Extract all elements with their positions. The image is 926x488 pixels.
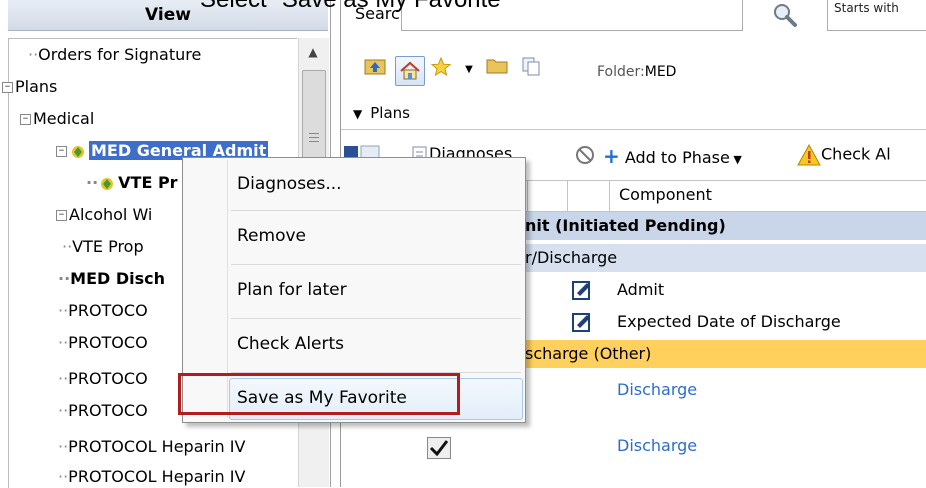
tree-item-protocol[interactable]: ··PROTOCO <box>58 300 148 322</box>
folder-label: Folder:MED <box>597 64 677 80</box>
folder-icon[interactable] <box>483 56 511 84</box>
chevron-down-icon: ▼ <box>729 153 742 166</box>
menu-item-check-alerts[interactable]: Check Alerts <box>183 322 525 366</box>
tree-item-protocol-heparin-iv[interactable]: ··PROTOCOL Heparin IV <box>58 436 245 458</box>
menu-separator <box>231 318 521 319</box>
tree-item-med-discharge[interactable]: ··MED Disch <box>58 268 165 290</box>
tree-item-vte-pr[interactable]: ·· VTE Pr <box>86 172 178 194</box>
copy-icon[interactable] <box>517 56 545 84</box>
menu-separator <box>231 210 521 211</box>
collapse-icon[interactable]: − <box>56 210 67 221</box>
tree-item-orders-for-signature[interactable]: ··Orders for Signature <box>28 44 201 66</box>
menu-separator <box>231 264 521 265</box>
menu-item-remove[interactable]: Remove <box>183 214 525 258</box>
add-to-phase-button[interactable]: + Add to Phase ▼ <box>603 144 742 168</box>
check-alerts-button[interactable]: Check Al <box>797 143 891 166</box>
tree-item-alcohol-withdrawal[interactable]: − Alcohol Wi <box>56 204 152 226</box>
instruction-caption: Select "Save as My Favorite" <box>200 0 509 14</box>
plan-icon <box>72 145 84 158</box>
tree-item-protocol[interactable]: ··PROTOCO <box>58 332 148 354</box>
tree-item-protocol[interactable]: ··PROTOCO <box>58 368 148 390</box>
plus-icon: + <box>603 144 620 168</box>
plans-section-header[interactable]: ▼ Plans <box>341 104 926 126</box>
tree-item-medical[interactable]: − Medical <box>20 108 94 130</box>
cancel-circle-icon[interactable] <box>575 144 595 165</box>
column-header-component[interactable]: Component <box>619 185 712 204</box>
home-icon[interactable] <box>395 56 425 86</box>
tree-item-vte-prophylaxis[interactable]: ··VTE Prop <box>62 236 144 258</box>
menu-item-plan-for-later[interactable]: Plan for later <box>183 268 525 312</box>
order-clipboard-icon <box>572 313 590 332</box>
folder-value: MED <box>644 64 677 80</box>
plan-icon <box>101 177 114 190</box>
collapse-icon[interactable]: − <box>20 114 31 125</box>
folder-toolbar: ▼ Folder:MED <box>341 52 926 88</box>
tree-item-protocol[interactable]: ··PROTOCO <box>58 400 148 422</box>
discharge-link[interactable]: Discharge <box>617 376 697 404</box>
menu-item-diagnoses[interactable]: Diagnoses... <box>183 162 525 206</box>
order-checkbox[interactable] <box>427 437 451 459</box>
divider <box>341 129 926 130</box>
tree-item-protocol-heparin-iv[interactable]: ··PROTOCOL Heparin IV <box>58 466 245 488</box>
collapse-icon[interactable]: − <box>56 146 67 157</box>
scroll-up-arrow-icon[interactable]: ▲ <box>298 40 328 64</box>
chevron-down-icon[interactable]: ▼ <box>455 56 483 84</box>
annotation-highlight-box <box>178 373 460 415</box>
collapse-icon[interactable]: − <box>2 82 13 93</box>
up-folder-icon[interactable] <box>361 56 389 84</box>
collapse-triangle-icon[interactable]: ▼ <box>353 107 362 121</box>
search-icon[interactable] <box>771 2 799 28</box>
favorite-star-icon[interactable] <box>427 56 455 84</box>
discharge-link[interactable]: Discharge <box>617 432 697 460</box>
order-clipboard-icon <box>572 281 590 300</box>
search-mode-select[interactable]: Starts with <box>827 0 926 31</box>
tree-item-plans[interactable]: − Plans <box>2 76 57 98</box>
